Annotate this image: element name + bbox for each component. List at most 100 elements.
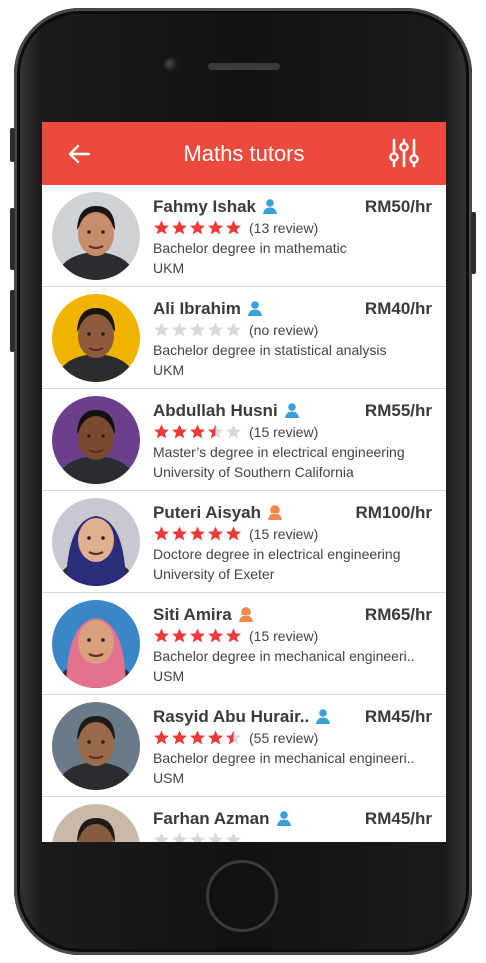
hourly-rate: RM50/hr [364, 197, 432, 216]
star-icon [208, 730, 223, 745]
star-icon [208, 220, 223, 235]
star-icon [208, 628, 223, 643]
star-icon [190, 220, 205, 235]
star-icon [172, 730, 187, 745]
rating-stars [153, 831, 249, 842]
star-icon [190, 526, 205, 541]
tutor-row[interactable]: Puteri Aisyah RM100/hr (15 review) Doctore … [42, 491, 446, 593]
university-text: USM [153, 770, 185, 786]
star-icon [172, 424, 187, 439]
tutor-list: Fahmy Ishak RM50/hr (13 review) Bachelor de… [42, 185, 446, 842]
tutor-row[interactable]: Abdullah Husni RM55/hr (15 review) Master’s… [42, 389, 446, 491]
star-icon [226, 220, 241, 235]
review-count: (15 review) [249, 525, 319, 542]
home-button[interactable] [206, 860, 278, 932]
volume-down-button [10, 290, 15, 352]
rating-stars: (no review) [153, 321, 318, 338]
degree-text: Master’s degree in electrical engineerin… [153, 444, 405, 460]
star-icon [172, 220, 187, 235]
earpiece-speaker [208, 63, 280, 70]
rating-stars: (15 review) [153, 423, 318, 440]
star-icon [190, 322, 205, 337]
star-icon [208, 424, 223, 439]
star-icon [226, 628, 241, 643]
university-text: UKM [153, 260, 185, 276]
tutor-name: Abdullah Husni [153, 401, 300, 421]
hourly-rate: RM45/hr [364, 809, 432, 828]
star-icon [226, 424, 241, 439]
tutor-row[interactable]: Siti Amira RM65/hr (15 review) Bachelor deg… [42, 593, 446, 695]
star-icon [190, 832, 205, 842]
degree-text: Bachelor degree in mechanical engineeri.… [153, 750, 415, 766]
tutor-name: Fahmy Ishak [153, 197, 278, 217]
university-text: University of Exeter [153, 566, 275, 582]
rating-stars: (13 review) [153, 219, 318, 236]
star-icon [154, 832, 169, 842]
front-camera [164, 58, 178, 72]
star-icon [154, 730, 169, 745]
star-icon [208, 322, 223, 337]
avatar [52, 600, 140, 688]
app-bar: Maths tutors [42, 122, 446, 185]
volume-up-button [10, 208, 15, 270]
tutor-row[interactable]: Fahmy Ishak RM50/hr (13 review) Bachelor de… [42, 185, 446, 287]
hourly-rate: RM45/hr [364, 707, 432, 726]
sliders-icon[interactable] [388, 137, 420, 169]
review-count: (13 review) [249, 219, 319, 236]
star-icon [172, 628, 187, 643]
avatar [52, 702, 140, 790]
star-icon [172, 526, 187, 541]
star-icon [208, 526, 223, 541]
male-user-icon [316, 709, 331, 724]
review-count: (15 review) [249, 423, 319, 440]
female-user-icon [268, 505, 283, 520]
hourly-rate: RM40/hr [364, 299, 432, 318]
avatar [52, 192, 140, 280]
star-icon [154, 424, 169, 439]
power-button [471, 212, 476, 274]
star-icon [190, 424, 205, 439]
tutor-name: Farhan Azman [153, 809, 292, 829]
degree-text: Doctore degree in electrical engineering [153, 546, 401, 562]
female-user-icon [238, 607, 253, 622]
mute-switch [10, 128, 15, 162]
tutor-name: Siti Amira [153, 605, 254, 625]
hourly-rate: RM100/hr [355, 503, 432, 522]
tutor-name: Ali Ibrahim [153, 299, 263, 319]
male-user-icon [263, 199, 277, 214]
degree-text: Bachelor degree in mathematic [153, 240, 347, 256]
tutor-row[interactable]: Farhan Azman RM45/hr [42, 797, 446, 842]
star-icon [208, 832, 223, 842]
star-icon [154, 322, 169, 337]
star-icon [172, 832, 187, 842]
male-user-icon [276, 811, 291, 826]
tutor-name: Rasyid Abu Hurair.. [153, 707, 331, 727]
star-icon [226, 526, 241, 541]
university-text: UKM [153, 362, 185, 378]
degree-text: Bachelor degree in statistical analysis [153, 342, 387, 358]
tutor-row[interactable]: Ali Ibrahim RM40/hr (no review) Bachelor de… [42, 287, 446, 389]
star-icon [154, 628, 169, 643]
review-count: (no review) [249, 321, 319, 338]
avatar [52, 396, 140, 484]
tutor-name: Puteri Aisyah [153, 503, 283, 523]
review-count: (15 review) [249, 627, 319, 644]
tutor-row[interactable]: Rasyid Abu Hurair.. RM45/hr (55 review) Bac… [42, 695, 446, 797]
hourly-rate: RM65/hr [364, 605, 432, 624]
app-screen: Maths tutors Fahmy Ishak RM50/hr (13 revie… [42, 122, 446, 842]
rating-stars: (15 review) [153, 525, 318, 542]
arrow-left-icon[interactable] [66, 141, 92, 167]
university-text: University of Southern California [153, 464, 354, 480]
rating-stars: (55 review) [153, 729, 318, 746]
avatar [52, 804, 140, 842]
degree-text: Bachelor degree in mechanical engineeri.… [153, 648, 415, 664]
star-icon [226, 322, 241, 337]
university-text: USM [153, 668, 185, 684]
hourly-rate: RM55/hr [364, 401, 432, 420]
avatar [52, 294, 140, 382]
star-icon [226, 832, 241, 842]
male-user-icon [247, 301, 262, 316]
page-title: Maths tutors [183, 140, 305, 166]
star-icon [172, 322, 187, 337]
star-icon [154, 220, 169, 235]
